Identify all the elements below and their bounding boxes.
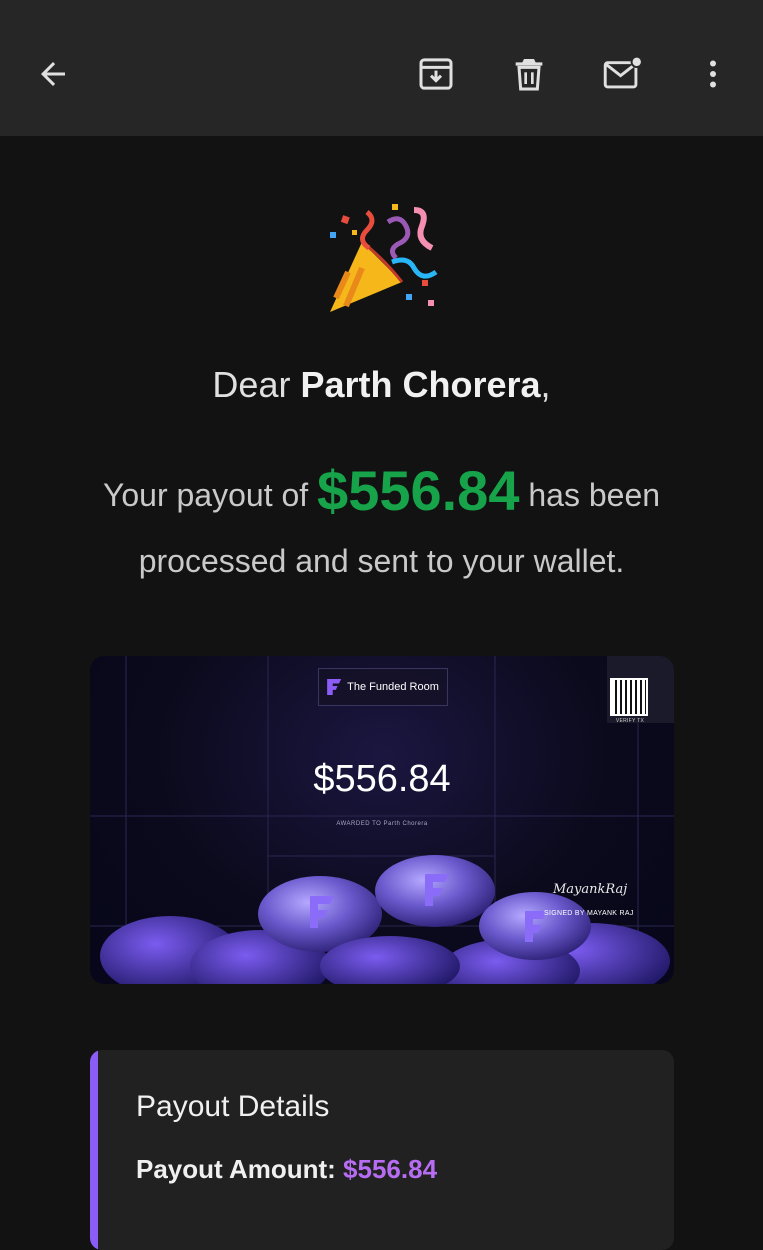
certificate-brand-name: The Funded Room [347, 681, 439, 693]
more-vert-icon [710, 60, 716, 88]
mail-unread-icon [603, 55, 643, 89]
certificate-brand-badge: The Funded Room [318, 668, 448, 706]
certificate-signature: MayankRaj [553, 882, 628, 897]
recipient-name: Parth Chorera [300, 364, 541, 405]
email-toolbar [0, 0, 763, 136]
mark-unread-button[interactable] [595, 46, 651, 102]
archive-button[interactable] [408, 46, 464, 102]
archive-download-icon [419, 58, 453, 90]
payout-certificate-image: The Funded Room VERIFY TX $556.84 AWARDE… [90, 656, 674, 984]
payout-amount: $556.84 [317, 459, 520, 522]
delete-button[interactable] [501, 46, 557, 102]
payout-message: Your payout of $556.84 has been processe… [40, 458, 723, 594]
payout-amount-row: Payout Amount: $556.84 [136, 1154, 437, 1185]
details-title: Payout Details [136, 1090, 330, 1123]
certificate-signed-by: SIGNED BY MAYANK RAJ [544, 910, 634, 917]
greeting: Dear Parth Chorera, [0, 364, 763, 406]
certificate-amount: $556.84 [313, 758, 451, 800]
payout-prefix: Your payout of [102, 477, 309, 513]
back-button[interactable] [25, 46, 81, 102]
payout-amount-label: Payout Amount: [136, 1154, 336, 1184]
email-body: Dear Parth Chorera, Your payout of $556.… [0, 136, 763, 1250]
arrow-back-icon [41, 62, 65, 86]
qr-label: VERIFY TX [615, 718, 645, 724]
qr-code-icon [610, 678, 648, 716]
greeting-prefix: Dear [212, 364, 291, 405]
greeting-suffix: , [540, 364, 551, 405]
trash-icon [515, 59, 543, 91]
details-accent-bar [90, 1050, 98, 1250]
more-options-button[interactable] [685, 46, 741, 102]
payout-amount-value: $556.84 [343, 1154, 438, 1184]
brand-logo-icon [327, 679, 342, 695]
certificate-awarded-to: AWARDED TO Parth Chorera [336, 821, 428, 827]
party-popper-icon [330, 204, 438, 312]
payout-details-card: Payout Details Payout Amount: $556.84 [90, 1050, 674, 1250]
